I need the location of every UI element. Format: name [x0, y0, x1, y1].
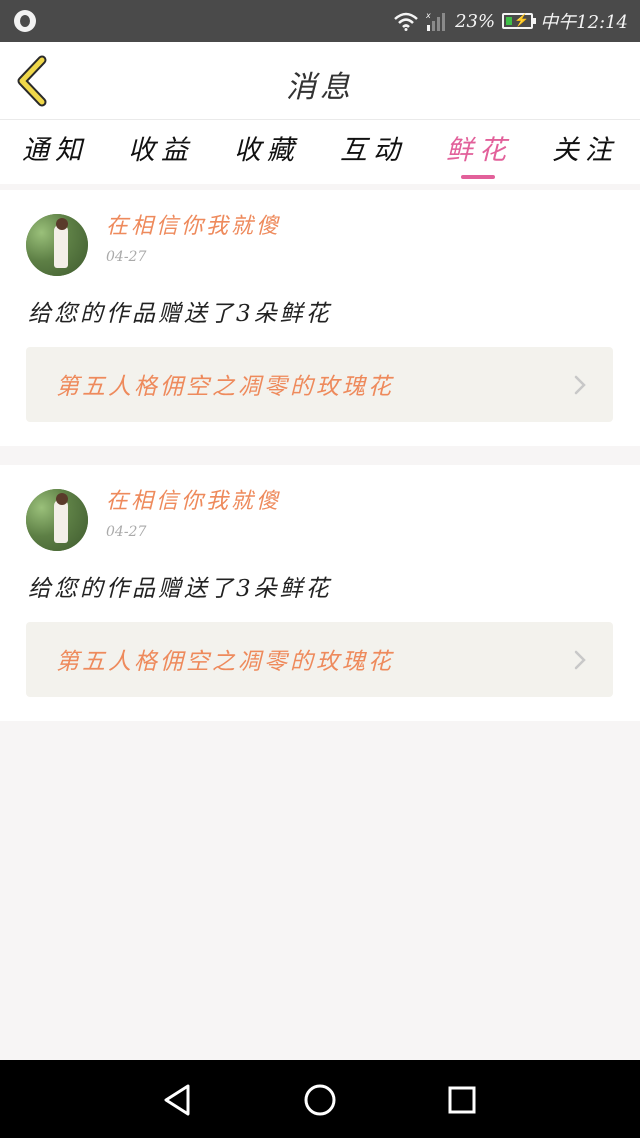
chevron-right-icon [574, 650, 586, 670]
tab-notifications[interactable]: 通知 [10, 128, 100, 167]
home-circle-icon [304, 1084, 336, 1116]
header: 消息 [0, 42, 640, 120]
tab-follows[interactable]: 关注 [540, 128, 630, 167]
status-time: 中午12:14 [540, 12, 628, 33]
tab-earnings[interactable]: 收益 [116, 128, 206, 167]
message-card: 在相信你我就傻 04-27 给您的作品赠送了3朵鲜花 第五人格佣空之凋零的玫瑰花 [0, 465, 640, 721]
tab-flowers[interactable]: 鲜花 [434, 128, 524, 167]
active-tab-indicator [461, 175, 495, 179]
battery-icon: ⚡ [502, 13, 537, 29]
tab-interactions[interactable]: 互动 [328, 128, 418, 167]
nav-home-button[interactable] [300, 1080, 340, 1120]
username[interactable]: 在相信你我就傻 [106, 208, 281, 240]
signal-icon: x [426, 10, 448, 32]
message-date: 04-27 [106, 249, 147, 265]
work-title: 第五人格佣空之凋零的玫瑰花 [56, 374, 394, 400]
message-card: 在相信你我就傻 04-27 给您的作品赠送了3朵鲜花 第五人格佣空之凋零的玫瑰花 [0, 190, 640, 446]
svg-text:x: x [426, 11, 431, 20]
message-date: 04-27 [106, 524, 147, 540]
message-text: 给您的作品赠送了3朵鲜花 [28, 576, 332, 602]
username[interactable]: 在相信你我就傻 [106, 483, 281, 515]
work-title: 第五人格佣空之凋零的玫瑰花 [56, 649, 394, 675]
tab-bar: 通知 收益 收藏 互动 鲜花 关注 [0, 120, 640, 184]
message-text: 给您的作品赠送了3朵鲜花 [28, 301, 332, 327]
system-nav-bar [0, 1060, 640, 1138]
recents-square-icon [448, 1086, 476, 1114]
work-link[interactable]: 第五人格佣空之凋零的玫瑰花 [26, 347, 613, 422]
avatar[interactable] [26, 489, 88, 551]
back-triangle-icon [164, 1084, 190, 1116]
nav-recents-button[interactable] [442, 1080, 482, 1120]
battery-percent: 23% [455, 10, 496, 32]
nav-back-button[interactable] [158, 1080, 198, 1120]
tab-favorites[interactable]: 收藏 [222, 128, 312, 167]
wifi-icon [393, 11, 419, 31]
avatar[interactable] [26, 214, 88, 276]
app-notification-icon [14, 10, 36, 32]
work-link[interactable]: 第五人格佣空之凋零的玫瑰花 [26, 622, 613, 697]
chevron-right-icon [574, 375, 586, 395]
status-bar: x 23% ⚡ 中午12:14 [0, 0, 640, 42]
charging-bolt-icon: ⚡ [514, 13, 530, 27]
page-title: 消息 [286, 70, 354, 105]
status-right: x 23% ⚡ 中午12:14 [393, 9, 628, 33]
